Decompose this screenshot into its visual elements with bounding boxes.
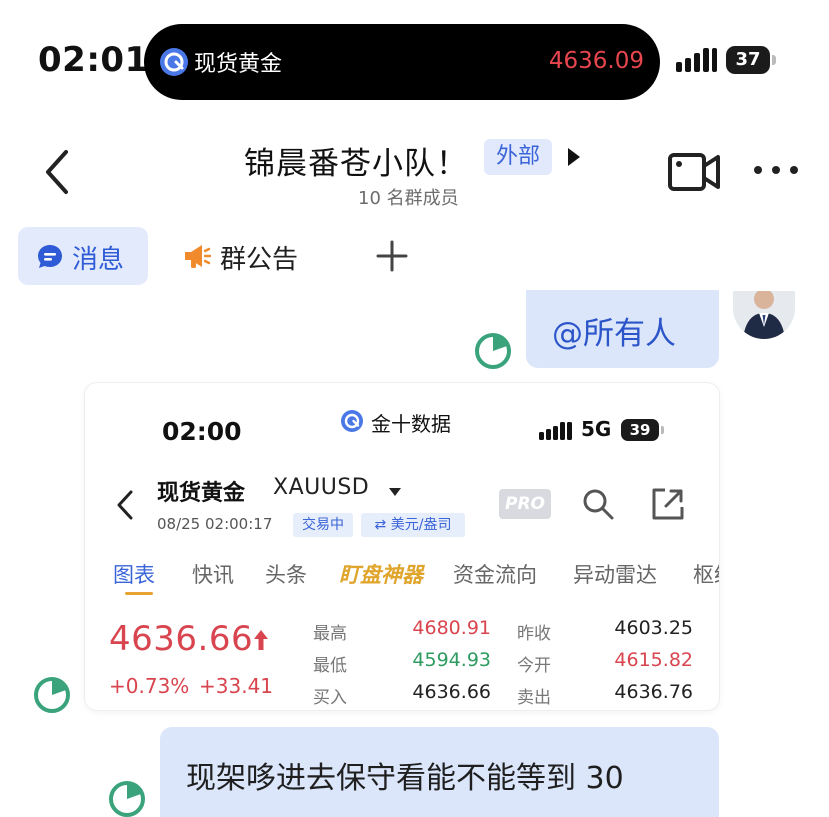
message-text-mention[interactable]: @所有人	[552, 308, 676, 353]
instrument-name: 现货黄金	[157, 481, 246, 506]
read-receipt-icon[interactable]	[108, 780, 146, 817]
screenshot-battery: 39	[621, 419, 659, 441]
screenshot-status-time: 02:00	[162, 417, 242, 446]
stat-label-prev-close: 昨收	[517, 624, 551, 644]
current-price: 4636.66	[109, 619, 254, 659]
add-tab-icon[interactable]	[374, 236, 410, 280]
cellular-signal-icon	[676, 46, 718, 78]
stat-label-bid: 买入	[313, 688, 347, 708]
live-activity-price: 4636.09	[548, 48, 644, 74]
chat-bubble-icon	[36, 243, 64, 269]
change-absolute: +33.41	[199, 674, 274, 698]
stat-label-high: 最高	[313, 624, 347, 644]
back-chevron-icon[interactable]	[40, 148, 74, 200]
stat-value-low: 4594.93	[412, 649, 491, 671]
external-group-tag: 外部	[484, 139, 552, 175]
stat-label-ask: 卖出	[517, 688, 551, 708]
message-text[interactable]: 现架哆进去保守看能不能等到 30	[186, 753, 624, 797]
read-receipt-icon[interactable]	[33, 676, 71, 714]
change-percent: +0.73%	[109, 674, 190, 698]
screenshot-back-icon	[115, 489, 135, 525]
video-call-icon[interactable]	[667, 151, 721, 197]
tab-anomaly-radar: 异动雷达	[573, 563, 657, 587]
up-arrow-icon	[253, 629, 269, 655]
read-receipt-icon[interactable]	[474, 332, 512, 370]
stat-value-open: 4615.82	[614, 649, 693, 671]
more-options-icon[interactable]	[752, 160, 800, 184]
screenshot-app-name: 金十数据	[371, 412, 451, 436]
tab-messages-label: 消息	[72, 245, 125, 275]
megaphone-icon	[182, 243, 212, 275]
screenshot-network-type: 5G	[581, 417, 612, 441]
screenshot-image-message[interactable]: 02:00 金十数据 5G 39 现货黄金 XAUUSD 08/25 02:00…	[85, 383, 719, 710]
stat-value-high: 4680.91	[412, 617, 491, 639]
pro-badge: PRO	[499, 489, 551, 519]
stat-value-bid: 4636.66	[412, 681, 491, 703]
trading-status-badge: 交易中	[293, 513, 353, 537]
dynamic-island-live-activity[interactable]: 现货黄金 4636.09	[144, 24, 660, 100]
tab-announcement-label: 群公告	[220, 245, 299, 275]
stat-label-open: 今开	[517, 656, 551, 676]
tab-market-watch: 盯盘神器	[339, 563, 423, 587]
live-activity-title: 现货黄金	[194, 52, 283, 77]
currency-unit-badge: ⇄ 美元/盎司	[361, 513, 465, 537]
tab-headlines: 头条	[265, 563, 307, 587]
tab-flash-news: 快讯	[192, 563, 234, 587]
tab-messages[interactable]: 消息	[18, 227, 148, 285]
share-icon	[651, 487, 685, 525]
tab-chart: 图表	[113, 563, 155, 587]
battery-tip	[772, 55, 776, 65]
avatar[interactable]	[733, 291, 795, 339]
active-tab-underline	[125, 592, 153, 595]
group-title[interactable]: 锦晨番苍小队！	[244, 138, 468, 183]
tab-hub: 枢纽	[693, 563, 719, 587]
stat-value-ask: 4636.76	[614, 681, 693, 703]
instrument-code: XAUUSD	[273, 475, 370, 500]
member-count[interactable]: 10 名群成员	[358, 184, 459, 210]
search-icon	[581, 487, 615, 525]
jin10-app-logo-icon	[341, 410, 363, 432]
battery-indicator: 37	[726, 46, 770, 74]
message-bubble[interactable]: @所有人	[526, 290, 719, 368]
stat-label-low: 最低	[313, 656, 347, 676]
screenshot-battery-tip	[661, 426, 664, 434]
stat-value-prev-close: 4603.25	[614, 617, 693, 639]
expand-triangle-icon[interactable]	[566, 146, 582, 172]
quote-datetime: 08/25 02:00:17	[157, 515, 273, 533]
dropdown-triangle-icon	[388, 482, 402, 501]
app-logo-icon	[160, 48, 188, 76]
status-time: 02:01	[38, 40, 149, 80]
screenshot-signal-icon	[539, 421, 575, 445]
tab-fund-flow: 资金流向	[453, 563, 537, 587]
message-bubble[interactable]: 现架哆进去保守看能不能等到 30	[160, 727, 719, 817]
